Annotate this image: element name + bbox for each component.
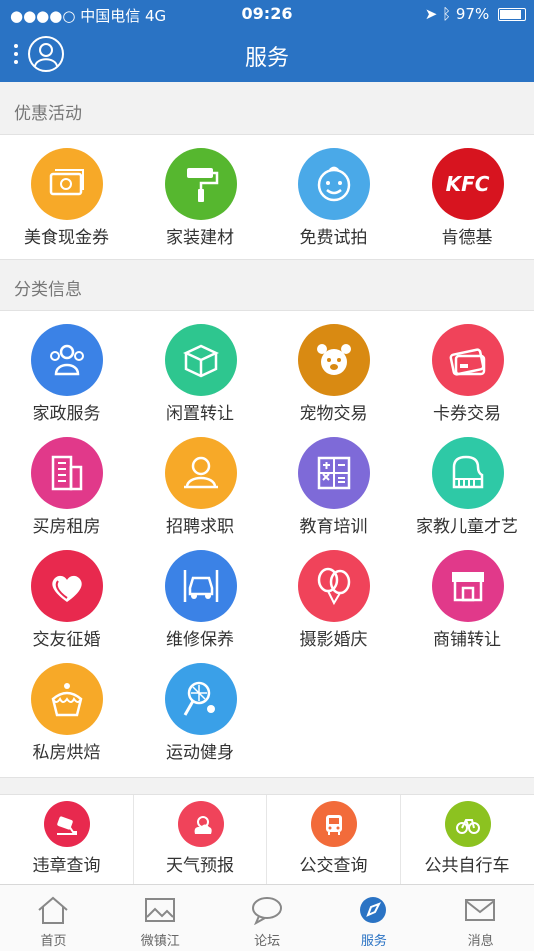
heart-icon	[31, 550, 103, 622]
section-title: 优惠活动	[14, 104, 82, 124]
grid-item-label: 闲置转让	[166, 404, 234, 424]
tab-bar: 首页 微镇江 论坛 服务 消息	[0, 884, 534, 951]
quick-tool[interactable]: 公交查询	[267, 795, 400, 895]
quick-tool-label: 公交查询	[299, 856, 368, 876]
weather-icon	[177, 801, 224, 847]
grid-item-label: 家装建材	[166, 228, 234, 248]
promotions-grid: 美食现金券 家装建材 免费试拍 KFC 肯德基	[0, 134, 534, 260]
chat-icon	[251, 897, 282, 925]
battery-percent: 97%	[455, 5, 490, 23]
grid-item[interactable]: 招聘求职	[134, 424, 267, 537]
tab-compass[interactable]: 服务	[320, 885, 427, 951]
grid-item[interactable]: 商铺转让	[401, 537, 534, 650]
grid-item[interactable]: 美食现金券	[0, 135, 133, 248]
dog-icon	[298, 324, 370, 396]
quick-tool-label: 违章查询	[32, 856, 101, 876]
grid-item[interactable]: 交友征婚	[0, 537, 133, 650]
grid-item-label: 维修保养	[166, 630, 234, 650]
location-icon: ➤	[424, 5, 438, 23]
image-icon	[144, 898, 175, 922]
grid-item[interactable]: 运动健身	[134, 650, 267, 763]
grid-item-label: 买房租房	[32, 517, 101, 537]
grid-item-label: 美食现金券	[24, 228, 109, 248]
bus-icon	[311, 801, 357, 847]
grid-item-label: 家政服务	[32, 404, 101, 424]
tab-label: 首页	[40, 934, 67, 949]
person-icon	[164, 437, 237, 509]
tab-label: 服务	[360, 934, 387, 949]
grid-item-label: 交友征婚	[32, 630, 101, 650]
tab-image[interactable]: 微镇江	[107, 885, 214, 951]
quick-tool[interactable]: 违章查询	[0, 795, 133, 895]
grid-item[interactable]: 维修保养	[134, 537, 267, 650]
grid-item[interactable]: 教育培训	[267, 424, 400, 537]
grid-item-label: 卡券交易	[433, 404, 501, 424]
cash-icon	[31, 148, 103, 220]
quick-tools-bar: 违章查询 天气预报 公交查询 公共自行车	[0, 794, 534, 895]
grid-item-label: 摄影婚庆	[299, 630, 368, 650]
quick-tool-label: 天气预报	[166, 856, 234, 876]
grid-item-label: 商铺转让	[433, 630, 501, 650]
tab-label: 论坛	[254, 934, 281, 949]
battery-status: ➤ ᛒ 97%	[425, 5, 526, 23]
shop-icon	[431, 550, 504, 622]
section-promotions-header: 优惠活动	[0, 84, 534, 134]
grid-item[interactable]: 私房烘焙	[0, 650, 133, 763]
tab-label: 消息	[467, 934, 494, 949]
baby-face-icon	[298, 148, 370, 220]
grid-item[interactable]: 免费试拍	[267, 135, 400, 248]
page-title: 服务	[244, 46, 289, 71]
card-icon	[431, 324, 504, 396]
grid-item[interactable]: 家装建材	[134, 135, 267, 248]
kfc-logo-icon: KFC	[431, 148, 504, 220]
tab-mail[interactable]: 消息	[427, 885, 534, 951]
grid-item[interactable]: 摄影婚庆	[267, 537, 400, 650]
people-icon	[31, 324, 103, 396]
badminton-icon	[164, 663, 237, 735]
paint-roller-icon	[164, 148, 237, 220]
bluetooth-icon: ᛒ	[442, 5, 452, 23]
balloons-icon	[298, 550, 370, 622]
grid-item-label: 运动健身	[166, 743, 234, 763]
bicycle-icon	[444, 801, 491, 847]
quick-tool[interactable]: 公共自行车	[401, 795, 534, 895]
grid-item-label: 教育培训	[299, 517, 368, 537]
grid-item-label: 私房烘焙	[32, 743, 101, 763]
cake-icon	[31, 663, 103, 735]
categories-grid: 家政服务 闲置转让 宠物交易 卡券交易买房租房 招聘求职 教育培训 家教儿童才艺交友征婚 维修…	[0, 310, 534, 778]
grid-item-label: 家教儿童才艺	[416, 517, 518, 537]
grid-item-label: 免费试拍	[299, 228, 368, 248]
building-icon	[31, 437, 103, 509]
grid-item[interactable]: 宠物交易	[267, 311, 400, 424]
grid-item[interactable]: 闲置转让	[134, 311, 267, 424]
grid-item-label: 肯德基	[441, 228, 493, 248]
mail-icon	[465, 899, 496, 921]
compass-icon	[360, 897, 387, 923]
section-title: 分类信息	[14, 280, 82, 300]
camera-icon	[44, 801, 90, 847]
battery-icon	[498, 8, 526, 21]
grid-item[interactable]: 买房租房	[0, 424, 133, 537]
grid-item[interactable]: 家教儿童才艺	[401, 424, 534, 537]
tab-home[interactable]: 首页	[0, 885, 107, 951]
piano-icon	[431, 437, 504, 509]
calculator-icon	[298, 437, 370, 509]
car-lift-icon	[164, 550, 237, 622]
grid-item-label: 招聘求职	[166, 517, 234, 537]
grid-item[interactable]: KFC 肯德基	[401, 135, 534, 248]
grid-item[interactable]: 卡券交易	[401, 311, 534, 424]
grid-item[interactable]: 家政服务	[0, 311, 133, 424]
quick-tool-label: 公共自行车	[424, 856, 510, 876]
home-icon	[38, 896, 68, 924]
grid-item-label: 宠物交易	[299, 404, 368, 424]
tab-chat[interactable]: 论坛	[214, 885, 321, 951]
section-categories-header: 分类信息	[0, 260, 534, 310]
status-bar: ●●●●○ 中国电信 4G 09:26 ➤ ᛒ 97%	[0, 0, 534, 28]
nav-bar: 服务	[0, 28, 534, 82]
quick-tool[interactable]: 天气预报	[134, 795, 267, 895]
box-icon	[164, 324, 237, 396]
tab-label: 微镇江	[140, 934, 180, 949]
logo-text: KFC	[445, 172, 490, 196]
